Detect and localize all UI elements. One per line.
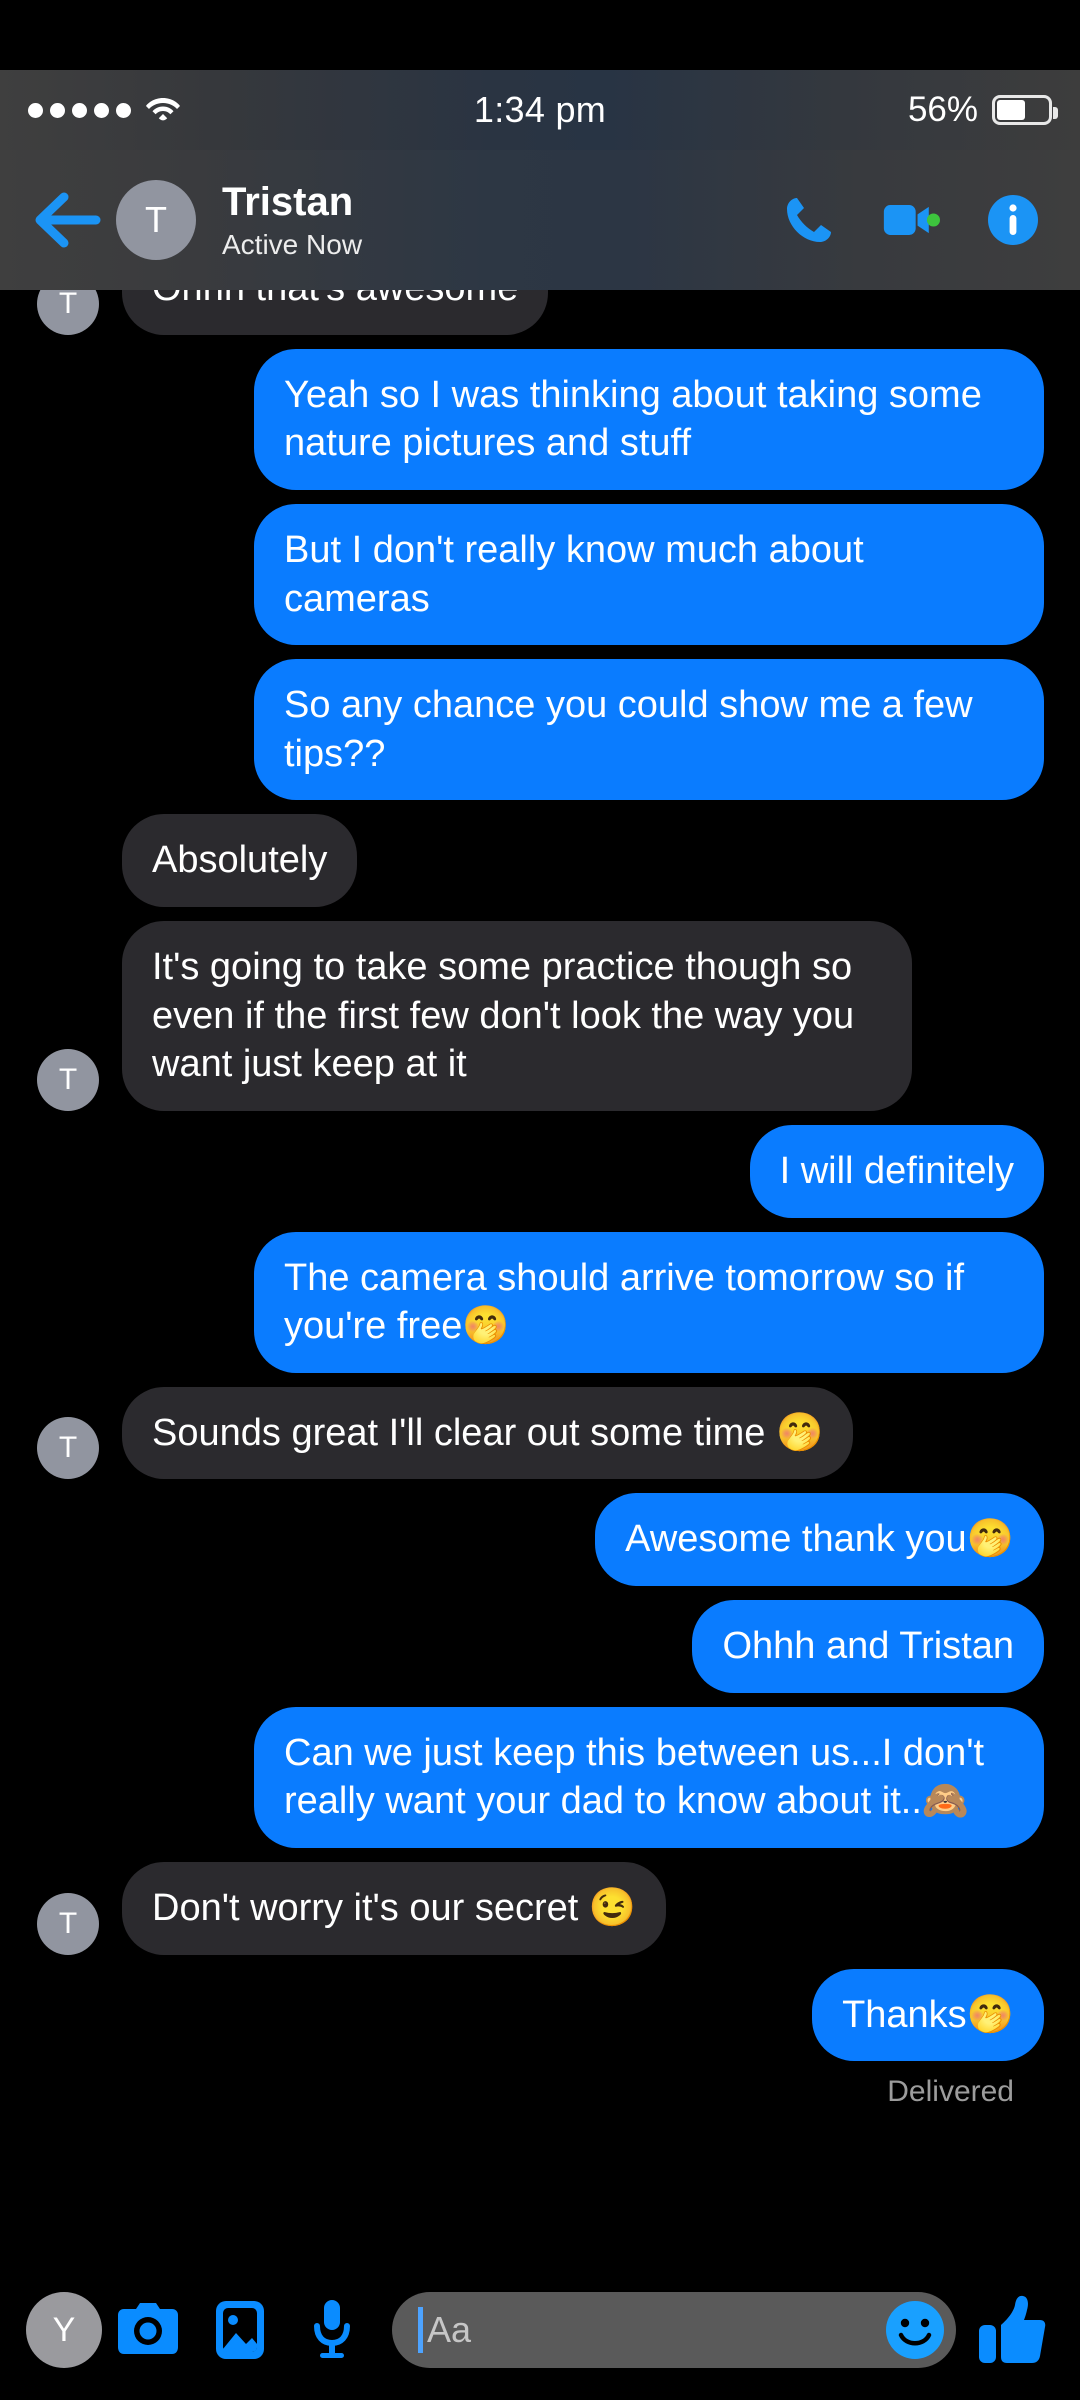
message-composer: Y Aa bbox=[0, 2260, 1080, 2400]
text-cursor bbox=[418, 2307, 423, 2353]
message-bubble[interactable]: But I don't really know much about camer… bbox=[254, 503, 1044, 646]
message-avatar-slot: T bbox=[28, 1417, 108, 1480]
avatar-initial: T bbox=[145, 199, 167, 240]
thumbs-up-icon[interactable] bbox=[970, 2288, 1054, 2372]
message-bubble[interactable]: The camera should arrive tomorrow so if … bbox=[254, 1231, 1044, 1373]
message-row: T Don't worry it's our secret 😉 bbox=[28, 1861, 1052, 1955]
message-thread[interactable]: TOhhh that's awesomeYeah so I was thinki… bbox=[0, 242, 1080, 2260]
presence-status: Active Now bbox=[222, 229, 363, 260]
status-bar: 1:34 pm 56% bbox=[0, 70, 1080, 150]
battery-icon bbox=[992, 95, 1058, 125]
message-avatar[interactable]: T bbox=[37, 1417, 99, 1480]
smiley-face-icon[interactable] bbox=[884, 2299, 946, 2361]
message-bubble[interactable]: Thanks🤭 bbox=[812, 1968, 1044, 2062]
photo-gallery-icon[interactable] bbox=[194, 2288, 286, 2372]
message-bubble[interactable]: It's going to take some practice though … bbox=[122, 921, 912, 1111]
back-arrow-icon[interactable] bbox=[30, 185, 108, 255]
message-input[interactable]: Aa bbox=[392, 2292, 956, 2368]
message-bubble[interactable]: Don't worry it's our secret 😉 bbox=[122, 1861, 667, 1955]
messenger-chat-screen: 1:34 pm 56% T Tristan Active Now T Yeah … bbox=[0, 0, 1080, 2400]
status-bar-clock: 1:34 pm bbox=[473, 89, 607, 130]
message-bubble[interactable]: I will definitely bbox=[749, 1124, 1044, 1218]
notch-strip bbox=[0, 0, 1080, 70]
message-row: So any chance you could show me a few ti… bbox=[28, 659, 1052, 801]
video-camera-icon[interactable] bbox=[882, 191, 940, 249]
message-avatar-slot: T bbox=[28, 1892, 108, 1955]
message-row: But I don't really know much about camer… bbox=[28, 503, 1052, 646]
info-icon[interactable] bbox=[984, 191, 1042, 249]
delivery-status: Delivered bbox=[887, 2075, 1014, 2109]
contact-name-block[interactable]: Tristan Active Now bbox=[222, 179, 362, 261]
message-bubble[interactable]: Ohhh and Tristan bbox=[692, 1600, 1044, 1693]
message-row: T Sounds great I'll clear out some time 🤭 bbox=[28, 1386, 1052, 1480]
message-bubble[interactable]: So any chance you could show me a few ti… bbox=[254, 659, 1044, 801]
phone-icon[interactable] bbox=[780, 191, 838, 249]
message-bubble[interactable]: Awesome thank you🤭 bbox=[595, 1493, 1044, 1586]
message-row: Yeah so I was thinking about taking some… bbox=[28, 348, 1052, 490]
message-row: Ohhh and Tristan bbox=[28, 1600, 1052, 1693]
message-bubble[interactable]: Can we just keep this between us...I don… bbox=[254, 1706, 1044, 1848]
message-row: Absolutely bbox=[28, 814, 1052, 907]
avatar[interactable]: T bbox=[116, 180, 196, 260]
chat-header: T Tristan Active Now bbox=[0, 150, 1080, 290]
message-row: Thanks🤭 bbox=[28, 1968, 1052, 2062]
camera-icon[interactable] bbox=[102, 2288, 194, 2372]
message-row: Awesome thank you🤭 bbox=[28, 1493, 1052, 1586]
microphone-icon[interactable] bbox=[286, 2288, 378, 2372]
message-row: Can we just keep this between us...I don… bbox=[28, 1706, 1052, 1848]
message-bubble[interactable]: Absolutely bbox=[122, 814, 358, 907]
page-title: Tristan bbox=[222, 180, 354, 224]
message-bubble[interactable]: Yeah so I was thinking about taking some… bbox=[254, 348, 1044, 490]
message-row: I will definitely bbox=[28, 1124, 1052, 1218]
message-input-placeholder: Aa bbox=[427, 2309, 472, 2350]
composer-avatar[interactable]: Y bbox=[26, 2292, 102, 2368]
message-avatar-slot: T bbox=[28, 1048, 108, 1111]
composer-avatar-initial: Y bbox=[52, 2310, 76, 2349]
message-bubble[interactable]: Sounds great I'll clear out some time 🤭 bbox=[122, 1386, 854, 1480]
message-row: The camera should arrive tomorrow so if … bbox=[28, 1231, 1052, 1373]
message-avatar[interactable]: T bbox=[37, 1892, 99, 1955]
header-actions bbox=[780, 191, 1050, 249]
message-avatar[interactable]: T bbox=[37, 1048, 99, 1111]
message-row: T It's going to take some practice though… bbox=[28, 921, 1052, 1111]
